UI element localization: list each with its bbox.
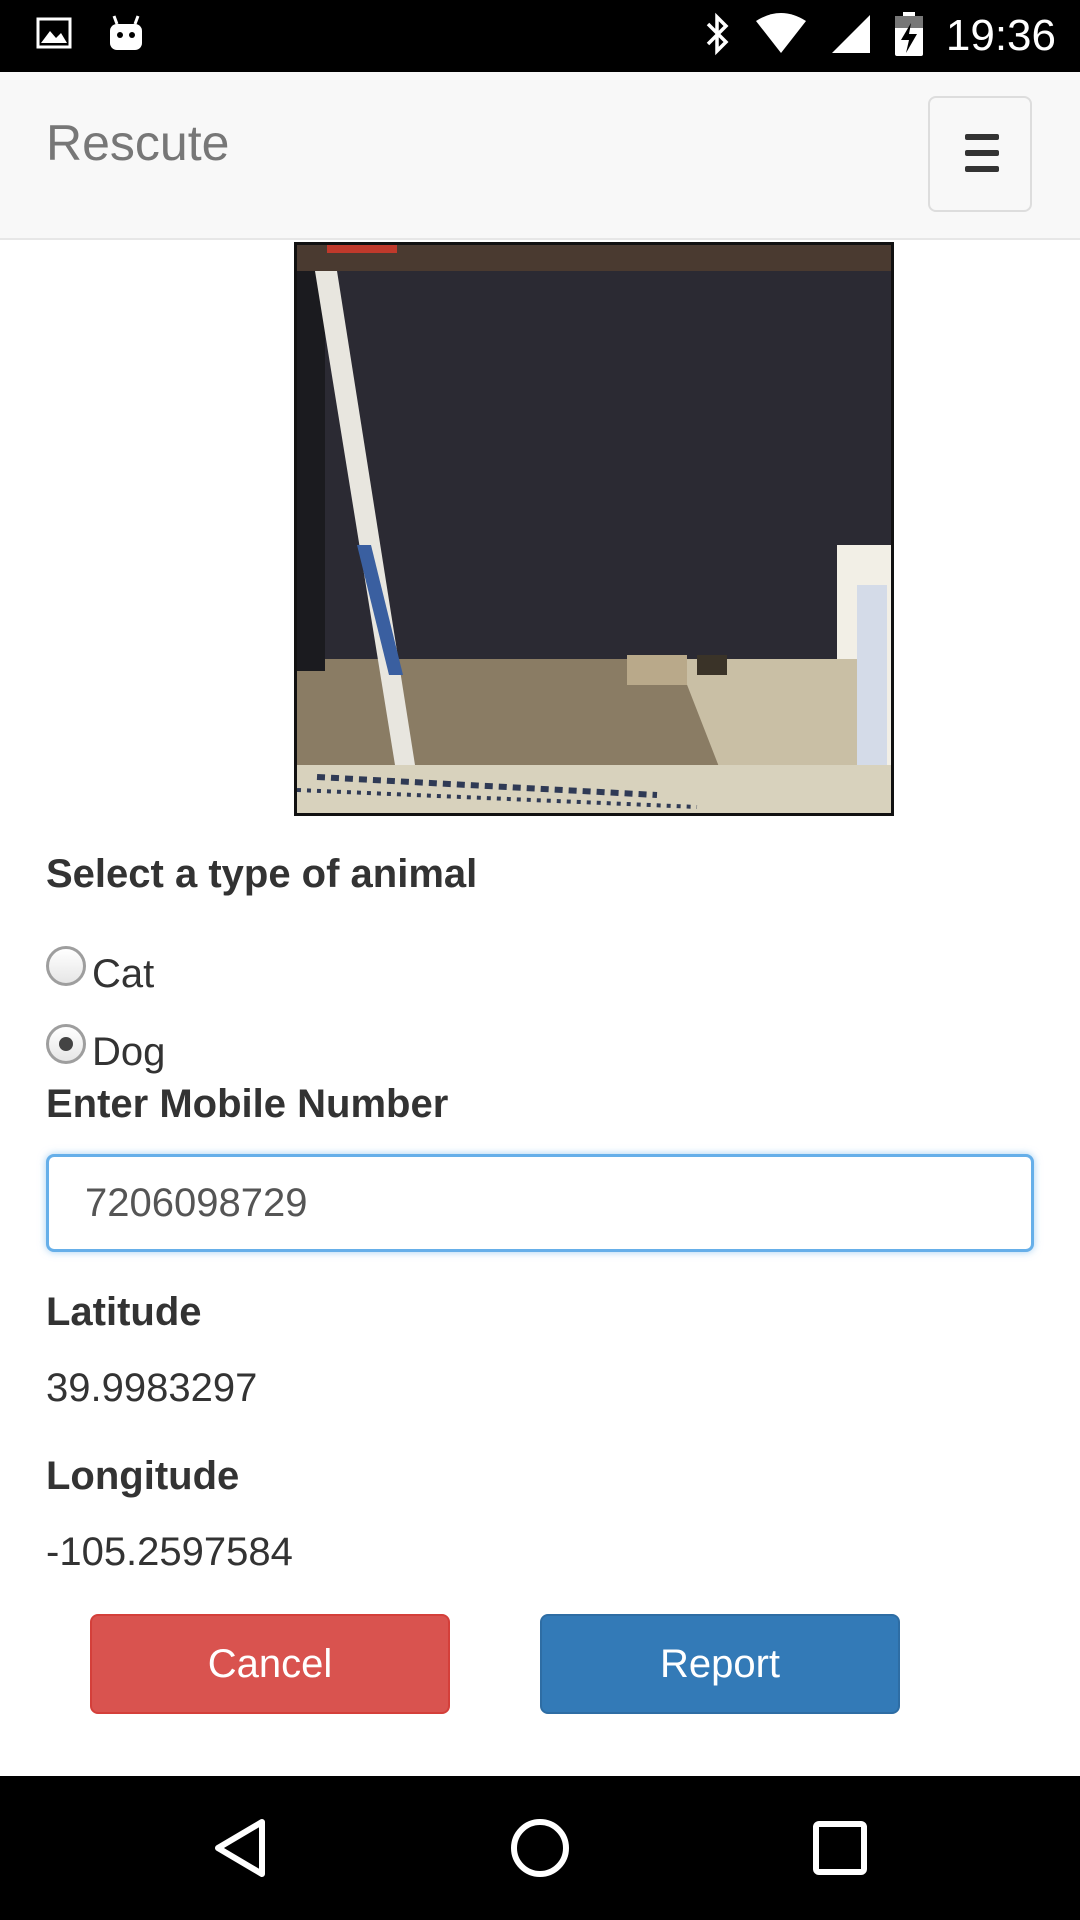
- battery-charging-icon: [894, 11, 924, 62]
- latitude-value: 39.9983297: [46, 1366, 258, 1410]
- back-icon[interactable]: [204, 1812, 276, 1884]
- radio-option-cat[interactable]: Cat: [46, 934, 154, 997]
- radio-option-dog[interactable]: Dog: [46, 1012, 165, 1075]
- bluetooth-icon: [704, 12, 732, 61]
- image-notification-icon: [36, 17, 72, 54]
- menu-toggle-button[interactable]: [928, 96, 1032, 212]
- report-button[interactable]: Report: [540, 1614, 900, 1714]
- cat-radio-label[interactable]: Cat: [92, 952, 154, 997]
- wifi-icon: [754, 12, 808, 60]
- cat-radio[interactable]: [46, 945, 86, 986]
- status-bar: 19:36: [0, 0, 1080, 72]
- dog-radio-label[interactable]: Dog: [92, 1030, 165, 1075]
- longitude-label: Longitude: [46, 1454, 240, 1498]
- android-notification-icon: [108, 14, 144, 57]
- system-navigation-bar: [0, 1776, 1080, 1920]
- clock-time: 19:36: [945, 11, 1056, 60]
- home-icon[interactable]: [504, 1812, 576, 1884]
- app-navbar: Rescute: [0, 72, 1080, 240]
- longitude-value: -105.2597584: [46, 1530, 293, 1574]
- animal-type-label: Select a type of animal: [46, 852, 478, 896]
- recents-icon[interactable]: [804, 1812, 876, 1884]
- animal-photo: [294, 242, 894, 816]
- cancel-button[interactable]: Cancel: [90, 1614, 450, 1714]
- cell-signal-icon: [830, 13, 872, 60]
- latitude-label: Latitude: [46, 1290, 202, 1334]
- brand-title[interactable]: Rescute: [46, 114, 229, 172]
- mobile-number-label: Enter Mobile Number: [46, 1082, 449, 1126]
- dog-radio[interactable]: [46, 1023, 86, 1064]
- mobile-number-input[interactable]: [46, 1154, 1034, 1252]
